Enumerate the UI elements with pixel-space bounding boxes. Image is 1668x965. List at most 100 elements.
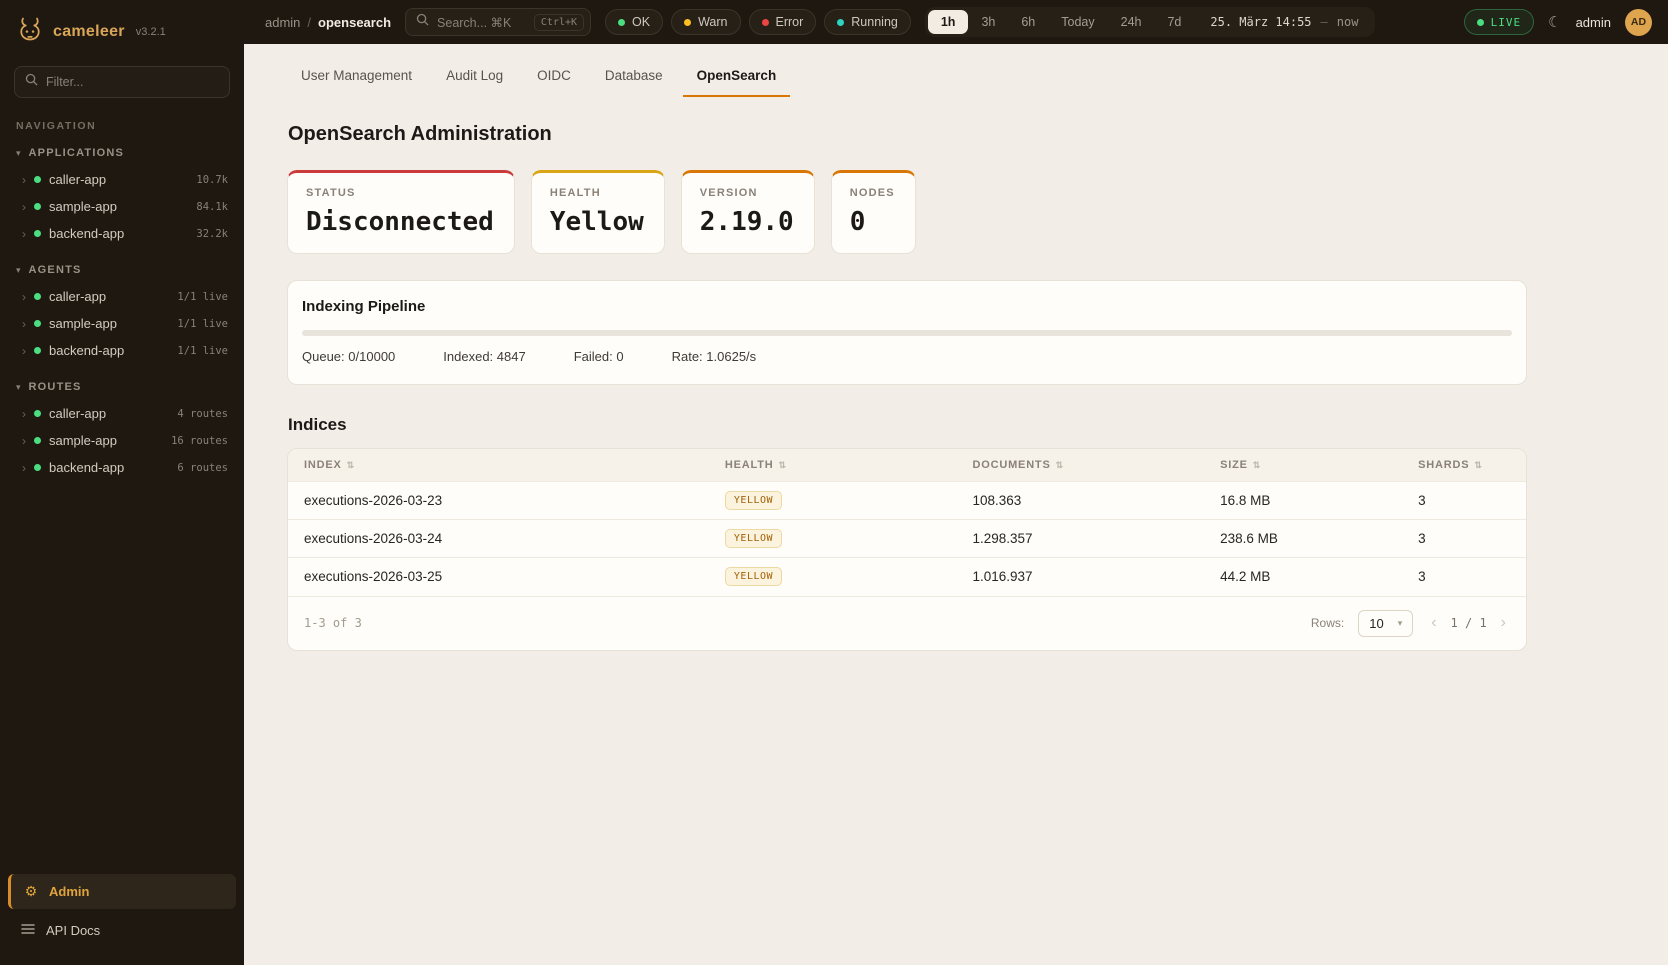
sidebar-item-label: backend-app (49, 343, 124, 358)
avatar[interactable]: AD (1625, 9, 1652, 36)
column-header-health[interactable]: HEALTH⇅ (709, 449, 957, 482)
sidebar-item-label: sample-app (49, 433, 117, 448)
time-range-selector: 1h 3h 6h Today 24h 7d 25. März 14:55 — n… (925, 7, 1376, 37)
time-range-24h[interactable]: 24h (1108, 10, 1155, 34)
stat-card-nodes: NODES 0 (831, 170, 916, 254)
list-icon (20, 922, 36, 938)
status-filter-chips: OK Warn Error Running (605, 9, 911, 35)
section-header-agents[interactable]: ▾ AGENTS (0, 257, 244, 283)
sidebar-item-label: Admin (49, 884, 89, 899)
chevron-right-icon: › (22, 291, 26, 303)
sidebar-item-label: sample-app (49, 199, 117, 214)
breadcrumb-separator: / (307, 15, 311, 30)
status-dot (34, 230, 41, 237)
previous-page-button[interactable]: ‹ (1427, 613, 1440, 633)
stat-value: Disconnected (306, 207, 494, 237)
time-range-today[interactable]: Today (1048, 10, 1107, 34)
sidebar-item-badge: 10.7k (196, 174, 228, 186)
section-header-applications[interactable]: ▾ APPLICATIONS (0, 140, 244, 166)
breadcrumb-opensearch[interactable]: opensearch (318, 15, 391, 30)
logo[interactable]: cameleer v3.2.1 (0, 0, 244, 52)
chevron-right-icon: › (22, 318, 26, 330)
global-search-input[interactable]: Search... ⌘K Ctrl+K (405, 8, 591, 36)
caret-down-icon: ▾ (16, 382, 21, 393)
stat-val: 4847 (497, 349, 526, 364)
status-dot (34, 203, 41, 210)
rows-per-page-value: 10 (1369, 616, 1383, 631)
pagination: ‹ 1 / 1 › (1427, 613, 1510, 633)
chevron-right-icon: › (22, 228, 26, 240)
chevron-right-icon: › (22, 462, 26, 474)
cell-documents: 1.298.357 (957, 520, 1205, 558)
column-header-size[interactable]: SIZE⇅ (1204, 449, 1402, 482)
time-range-display[interactable]: 25. März 14:55 — now (1194, 15, 1372, 29)
time-range-3h[interactable]: 3h (968, 10, 1008, 34)
rows-per-page-select[interactable]: 10 ▾ (1358, 610, 1413, 637)
table-footer-controls: Rows: 10 ▾ ‹ 1 / 1 › (1311, 610, 1510, 637)
status-dot (34, 176, 41, 183)
section-title: ROUTES (29, 381, 82, 393)
live-toggle[interactable]: LIVE (1464, 9, 1535, 35)
filter-chip-error[interactable]: Error (749, 9, 817, 35)
next-page-button[interactable]: › (1497, 613, 1510, 633)
running-status-dot (837, 19, 844, 26)
sidebar-item-routes-sample-app[interactable]: › sample-app 16 routes (0, 427, 244, 454)
filter-input[interactable] (46, 75, 219, 89)
table-footer: 1-3 of 3 Rows: 10 ▾ ‹ 1 / 1 › (288, 596, 1526, 650)
time-range-7d[interactable]: 7d (1154, 10, 1194, 34)
page-indicator: 1 / 1 (1451, 616, 1487, 630)
column-header-documents[interactable]: DOCUMENTS⇅ (957, 449, 1205, 482)
live-label: LIVE (1491, 16, 1522, 29)
cell-index: executions-2026-03-25 (288, 558, 709, 596)
filter-chip-ok[interactable]: OK (605, 9, 663, 35)
filter-chip-running[interactable]: Running (824, 9, 911, 35)
cell-health: YELLOW (709, 482, 957, 520)
tab-oidc[interactable]: OIDC (523, 58, 585, 97)
pipeline-stat-failed: Failed: 0 (574, 349, 624, 364)
sort-icon: ⇅ (1474, 460, 1482, 470)
section-header-routes[interactable]: ▾ ROUTES (0, 374, 244, 400)
warn-status-dot (684, 19, 691, 26)
sidebar-item-applications-caller-app[interactable]: › caller-app 10.7k (0, 166, 244, 193)
ok-status-dot (618, 19, 625, 26)
stat-card-status: STATUS Disconnected (287, 170, 515, 254)
sidebar-filter[interactable] (14, 66, 230, 98)
tab-user-management[interactable]: User Management (287, 58, 426, 97)
navigation-label: NAVIGATION (0, 104, 244, 140)
sidebar-item-api-docs[interactable]: API Docs (8, 913, 236, 947)
column-header-shards[interactable]: SHARDS ⇅ (1402, 449, 1526, 482)
sidebar-item-agents-caller-app[interactable]: › caller-app 1/1 live (0, 283, 244, 310)
cell-health: YELLOW (709, 520, 957, 558)
sidebar-item-agents-backend-app[interactable]: › backend-app 1/1 live (0, 337, 244, 364)
sidebar-item-applications-backend-app[interactable]: › backend-app 32.2k (0, 220, 244, 247)
caret-down-icon: ▾ (16, 265, 21, 276)
filter-chip-warn[interactable]: Warn (671, 9, 740, 35)
sidebar-item-label: caller-app (49, 289, 106, 304)
status-dot (34, 320, 41, 327)
cell-documents: 1.016.937 (957, 558, 1205, 596)
sidebar-item-badge: 1/1 live (177, 318, 228, 330)
sidebar-item-applications-sample-app[interactable]: › sample-app 84.1k (0, 193, 244, 220)
column-header-index[interactable]: INDEX⇅ (288, 449, 709, 482)
time-range-6h[interactable]: 6h (1008, 10, 1048, 34)
sidebar-item-routes-backend-app[interactable]: › backend-app 6 routes (0, 454, 244, 481)
search-shortcut-badge: Ctrl+K (534, 14, 584, 31)
table-row: executions-2026-03-24 YELLOW 1.298.357 2… (288, 520, 1526, 558)
time-range-1h[interactable]: 1h (928, 10, 969, 34)
chevron-right-icon: › (22, 345, 26, 357)
sidebar-item-admin[interactable]: ⚙ Admin (8, 874, 236, 909)
tab-database[interactable]: Database (591, 58, 677, 97)
tab-audit-log[interactable]: Audit Log (432, 58, 517, 97)
sidebar-item-routes-caller-app[interactable]: › caller-app 4 routes (0, 400, 244, 427)
topbar: admin / opensearch Search... ⌘K Ctrl+K O… (244, 0, 1668, 44)
column-label: SHARDS (1418, 459, 1469, 471)
sidebar-item-agents-sample-app[interactable]: › sample-app 1/1 live (0, 310, 244, 337)
dark-mode-toggle[interactable]: ☾ (1548, 15, 1561, 30)
sidebar-item-label: caller-app (49, 406, 106, 421)
cell-shards: 3 (1402, 482, 1526, 520)
breadcrumb-admin[interactable]: admin (265, 15, 300, 30)
tab-opensearch[interactable]: OpenSearch (683, 58, 791, 97)
column-label: DOCUMENTS (973, 459, 1051, 471)
search-icon (416, 13, 429, 31)
sort-icon: ⇅ (779, 460, 787, 470)
